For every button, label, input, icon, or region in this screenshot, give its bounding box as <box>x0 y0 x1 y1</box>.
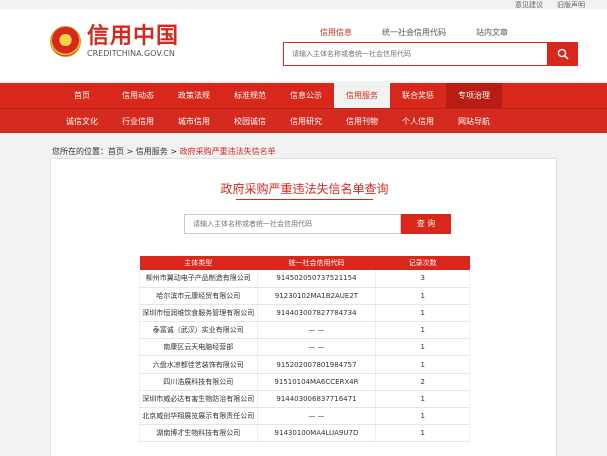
table-row: 湖南博才生物科技有限公司 91430100MA4LUA9U7D 1 <box>139 424 470 443</box>
table-row: 北京威创华翔展览展示有限责任公司 — —1 <box>139 407 470 426</box>
entity-name-cell[interactable]: 哈尔滨市元康经贸有限公司 <box>139 287 258 305</box>
main-nav: 首页 信用动态 政策法规 标准规范 信息公示 信用服务 联合奖惩 专项治理 诚信… <box>0 83 607 133</box>
entity-name-cell[interactable]: 深圳市恒润维饮食服务管理有限公司 <box>139 304 258 323</box>
entity-name-cell[interactable]: 四川浩展科技有限公司 <box>139 373 258 391</box>
credit-code-cell: 914403006837716471 <box>256 390 377 409</box>
nav-item-campus-integrity[interactable]: 校园诚信 <box>222 109 278 134</box>
record-count-cell: 1 <box>375 321 470 340</box>
credit-code-cell: 914403007827784734 <box>256 304 377 323</box>
record-count-cell: 1 <box>375 304 470 323</box>
tab-credit-code[interactable]: 统一社会信用代码 <box>364 27 464 38</box>
nav-item-standards[interactable]: 标准规范 <box>222 83 278 108</box>
search-icon <box>557 48 569 60</box>
column-header-credit-code: 统一社会信用代码 <box>257 256 376 270</box>
nav-item-credit-publications[interactable]: 信用刊物 <box>334 109 390 134</box>
nav-row-1: 首页 信用动态 政策法规 标准规范 信息公示 信用服务 联合奖惩 专项治理 <box>0 83 607 108</box>
nav-item-special-governance[interactable]: 专项治理 <box>446 83 502 108</box>
blacklist-search-input[interactable] <box>184 214 401 234</box>
nav-item-policies[interactable]: 政策法规 <box>166 83 222 108</box>
table-row: 南康区云天电脑经营部 — —1 <box>139 338 470 357</box>
header-search <box>283 42 578 66</box>
entity-name-cell[interactable]: 南康区云天电脑经营部 <box>139 338 258 357</box>
search-button[interactable] <box>548 42 578 66</box>
credit-code-cell: 915202007801984757 <box>256 355 377 374</box>
content-panel: 政府采购严重违法失信名单查询 查 询 主体类型 统一社会信用代码 记录次数 柳州… <box>50 158 557 456</box>
breadcrumb-section[interactable]: 信用服务 <box>136 147 168 156</box>
entity-name-cell[interactable]: 深圳市威必达有害生物防治有限公司 <box>139 390 258 409</box>
record-count-cell: 1 <box>375 407 470 426</box>
nav-item-personal-credit[interactable]: 个人信用 <box>390 109 446 134</box>
table-row: 深圳市恒润维饮食服务管理有限公司 914403007827784734 1 <box>139 304 470 323</box>
nav-item-credit-research[interactable]: 信用研究 <box>278 109 334 134</box>
tab-credit-info[interactable]: 信用信息 <box>308 27 364 38</box>
nav-item-integrity-culture[interactable]: 诚信文化 <box>54 109 110 134</box>
table-header-row: 主体类型 统一社会信用代码 记录次数 <box>139 256 470 270</box>
nav-item-home[interactable]: 首页 <box>54 83 110 108</box>
nav-item-disclosure[interactable]: 信息公示 <box>278 83 334 108</box>
column-header-entity: 主体类型 <box>139 256 258 270</box>
entity-name-cell[interactable]: 泰富诚（武汉）实业有限公司 <box>139 321 258 340</box>
nav-item-site-map[interactable]: 网站导航 <box>446 109 502 134</box>
breadcrumb-home[interactable]: 首页 <box>108 147 124 156</box>
nav-item-rewards-penalties[interactable]: 联合奖惩 <box>390 83 446 108</box>
record-count-cell: 3 <box>375 270 470 288</box>
table-row: 哈尔滨市元康经贸有限公司 91230102MA1B2AUE2T 1 <box>139 287 470 305</box>
query-button[interactable]: 查 询 <box>401 214 451 234</box>
search-input[interactable] <box>283 42 548 66</box>
credit-code-cell: 914502050737521154 <box>256 270 377 288</box>
record-count-cell: 1 <box>375 355 470 374</box>
title-underline <box>236 199 373 200</box>
credit-code-cell: 91230102MA1B2AUE2T <box>256 287 377 305</box>
record-count-cell: 1 <box>375 390 470 409</box>
column-header-record-count: 记录次数 <box>375 256 470 270</box>
credit-code-cell: 91430100MA4LUA9U7D <box>256 424 377 443</box>
table-row: 泰富诚（武汉）实业有限公司 — —1 <box>139 321 470 340</box>
nav-item-credit-news[interactable]: 信用动态 <box>110 83 166 108</box>
record-count-cell: 1 <box>375 424 470 443</box>
table-row: 六盘水凉都佳艺装饰有限公司 915202007801984757 1 <box>139 355 470 374</box>
breadcrumb-current: 政府采购严重违法失信名单 <box>179 147 276 156</box>
page-title: 政府采购严重违法失信名单查询 <box>220 182 389 196</box>
table-row: 柳州市翼动电子产品制造有限公司 914502050737521154 3 <box>139 270 470 288</box>
search-tabs: 信用信息 统一社会信用代码 站内文章 <box>308 27 520 38</box>
credit-code-cell: 91510104MA6CCERX4R <box>256 373 377 391</box>
logo-title: 信用中国 <box>87 24 180 49</box>
breadcrumb-separator: > <box>126 147 134 156</box>
table-row: 深圳市威必达有害生物防治有限公司 914403006837716471 1 <box>139 390 470 409</box>
national-emblem-icon <box>50 26 81 57</box>
record-count-cell: 2 <box>375 373 470 391</box>
entity-name-cell[interactable]: 六盘水凉都佳艺装饰有限公司 <box>139 355 258 374</box>
credit-code-cell: — — <box>256 407 377 426</box>
entity-name-cell[interactable]: 湖南博才生物科技有限公司 <box>139 424 258 443</box>
breadcrumb-separator: > <box>170 147 178 156</box>
nav-item-credit-service[interactable]: 信用服务 <box>334 83 390 108</box>
credit-code-cell: — — <box>256 321 377 340</box>
breadcrumb-prefix: 您所在的位置： <box>52 147 108 156</box>
site-logo[interactable]: 信用中国 CREDITCHINA.GOV.CN <box>50 25 179 58</box>
blacklist-search: 查 询 <box>184 214 451 234</box>
nav-item-city-credit[interactable]: 城市信用 <box>166 109 222 134</box>
page: 意见建议 旧版声明 信用中国 CREDITCHINA.GOV.CN 信用信息 统… <box>0 0 607 456</box>
record-count-cell: 1 <box>375 338 470 357</box>
nav-item-industry-credit[interactable]: 行业信用 <box>110 109 166 134</box>
record-count-cell: 1 <box>375 287 470 305</box>
logo-domain: CREDITCHINA.GOV.CN <box>87 49 175 58</box>
tab-site-articles[interactable]: 站内文章 <box>464 27 520 38</box>
breadcrumb: 您所在的位置：首页 > 信用服务 > 政府采购严重违法失信名单 <box>52 146 276 157</box>
credit-code-cell: — — <box>256 338 377 357</box>
nav-row-2: 诚信文化 行业信用 城市信用 校园诚信 信用研究 信用刊物 个人信用 网站导航 <box>0 108 607 133</box>
entity-name-cell[interactable]: 北京威创华翔展览展示有限责任公司 <box>139 407 258 426</box>
entity-name-cell[interactable]: 柳州市翼动电子产品制造有限公司 <box>139 270 258 288</box>
blacklist-table: 主体类型 统一社会信用代码 记录次数 柳州市翼动电子产品制造有限公司 914502… <box>139 256 470 443</box>
header: 信用中国 CREDITCHINA.GOV.CN 信用信息 统一社会信用代码 站内… <box>0 9 607 81</box>
table-row: 四川浩展科技有限公司 91510104MA6CCERX4R 2 <box>139 373 470 391</box>
